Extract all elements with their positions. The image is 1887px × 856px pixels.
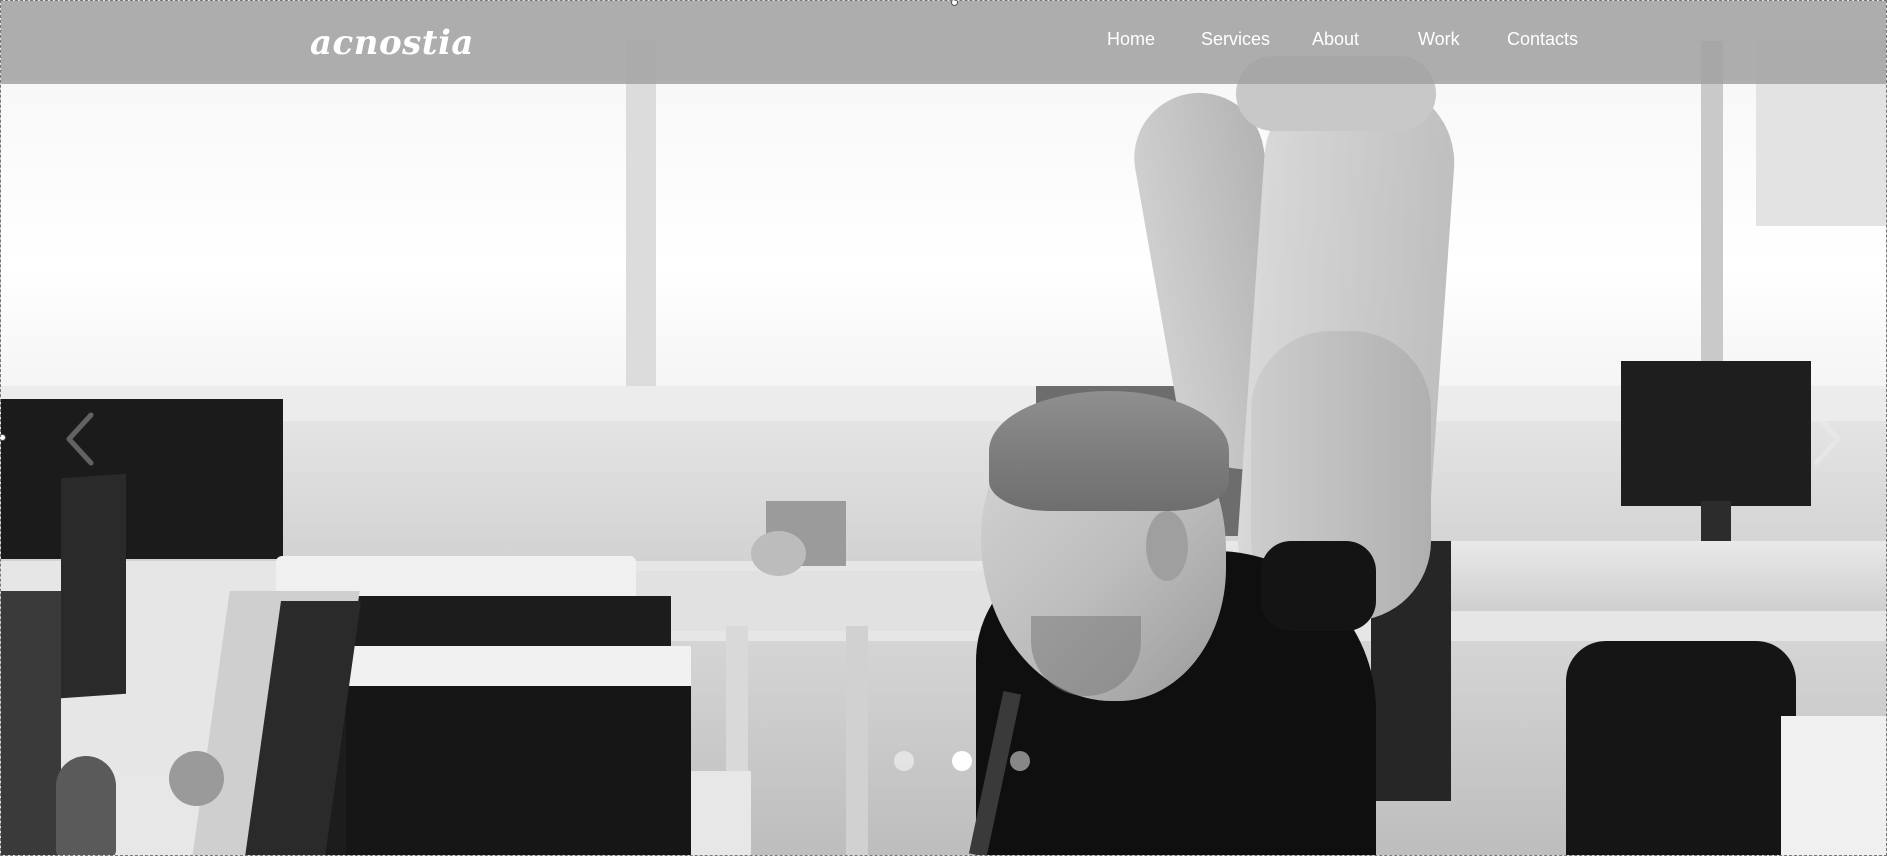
computer-mouse xyxy=(169,751,224,806)
nav-link-contacts[interactable]: Contacts xyxy=(1507,29,1578,50)
carousel-indicator-2-active[interactable] xyxy=(952,751,972,771)
printer-tray xyxy=(346,646,691,686)
monitor xyxy=(1621,361,1811,506)
nav-link-work[interactable]: Work xyxy=(1418,29,1460,50)
carousel-prev-button[interactable] xyxy=(56,404,106,474)
chevron-right-icon xyxy=(1813,412,1841,466)
window-frame xyxy=(626,41,656,411)
monitor-stand xyxy=(1701,501,1731,541)
window-sill xyxy=(1,386,1886,424)
nav-link-about[interactable]: About xyxy=(1312,29,1359,50)
desk-lamp xyxy=(751,531,806,576)
carousel-indicator-1[interactable] xyxy=(894,751,914,771)
window-frame xyxy=(1701,41,1723,381)
desk-leg xyxy=(846,626,868,855)
monitor xyxy=(1,591,61,855)
hero-background-image xyxy=(1,1,1886,855)
monitor xyxy=(1,399,283,559)
nav-link-services[interactable]: Services xyxy=(1201,29,1270,50)
cactus-plant xyxy=(56,756,116,855)
carousel-indicators xyxy=(891,749,1041,773)
nav-menu: Home Services About Work Contacts xyxy=(1,1,1886,84)
office-desk xyxy=(1781,716,1886,855)
chevron-left-icon xyxy=(66,412,94,466)
office-chair xyxy=(1566,641,1796,855)
carousel-indicator-3[interactable] xyxy=(1010,751,1030,771)
person-ear xyxy=(1146,511,1188,581)
hero-carousel: acnostia Home Services About Work Contac… xyxy=(0,0,1887,856)
carousel-next-button[interactable] xyxy=(1801,404,1851,474)
window-light xyxy=(1,81,1886,421)
nav-link-home[interactable]: Home xyxy=(1107,29,1155,50)
monitor xyxy=(61,473,126,699)
person-sleeve xyxy=(1261,541,1376,631)
office-wall xyxy=(1,421,1886,561)
top-navbar: acnostia Home Services About Work Contac… xyxy=(1,1,1886,84)
person-hair xyxy=(989,391,1229,511)
